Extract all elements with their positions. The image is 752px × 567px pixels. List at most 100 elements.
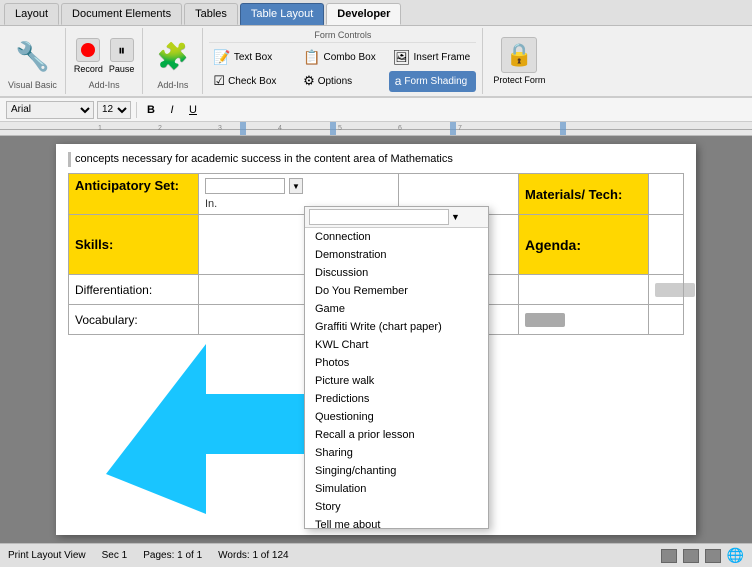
toolbar-vba-label: Visual Basic [8,80,57,90]
dropdown-item[interactable]: Questioning [305,408,488,426]
underline-button[interactable]: U [184,101,202,119]
dropdown-item[interactable]: Singing/chanting [305,462,488,480]
dropdown-item[interactable]: Demonstration [305,246,488,264]
form-shading-button[interactable]: a Form Shading [389,71,477,93]
protect-form-button[interactable]: 🔒 Protect Form [493,37,545,85]
earth-icon[interactable]: 🌐 [727,547,744,564]
toolbar-group-protect: 🔒 Protect Form [483,28,555,94]
dropdown-item[interactable]: Connection [305,228,488,246]
pages-label: Pages: 1 of 1 [143,550,202,561]
italic-button[interactable]: I [163,101,181,119]
words-label: Words: 1 of 124 [218,550,288,561]
visual-basic-icon[interactable]: 🔧 [15,40,50,73]
text-box-icon: 📝 [213,49,230,66]
options-icon: ⚙ [303,73,315,89]
tab-layout[interactable]: Layout [4,3,59,25]
toolbar-addins-label: Add-Ins [89,80,120,90]
document-page: concepts necessary for academic success … [56,144,696,535]
ribbon-tabs: Layout Document Elements Tables Table La… [0,0,752,26]
dropdown-item[interactable]: Discussion [305,264,488,282]
tab-tables[interactable]: Tables [184,3,238,25]
tab-document-elements[interactable]: Document Elements [61,3,182,25]
differentiation-cell: Differentiation: [69,275,199,305]
dropdown-item[interactable]: Graffiti Write (chart paper) [305,318,488,336]
diff-content-3[interactable] [519,275,649,305]
ruler: 1 2 3 4 5 6 7 [0,122,752,136]
dropdown-header-arrow: ▼ [451,212,460,222]
combo-box-label: Combo Box [324,52,376,63]
materials-tech-cell: Materials/ Tech: [519,174,649,215]
vocab-content-3[interactable] [519,305,649,335]
materials-content-cell [649,174,684,215]
anticipatory-set-cell: Anticipatory Set: [69,174,199,215]
dropdown-item[interactable]: Simulation [305,480,488,498]
dropdown-menu-header[interactable]: ▼ [305,207,488,228]
vocab-content-4[interactable] [649,305,684,335]
addins-icon[interactable]: 🧩 [157,41,189,72]
dropdown-item[interactable]: Game [305,300,488,318]
options-label: Options [318,76,352,87]
vocabulary-cell: Vocabulary: [69,305,199,335]
dropdown-item[interactable]: Story [305,498,488,516]
font-toolbar: Arial 12 B I U [0,98,752,122]
dropdown-input[interactable] [205,178,285,194]
text-box-button[interactable]: 📝 Text Box [209,46,297,69]
toolbar-form-controls: Form Controls 📝 Text Box 📋 Combo Box 🖼 I… [203,28,483,94]
tab-table-layout[interactable]: Table Layout [240,3,324,25]
insert-frame-button[interactable]: 🖼 Insert Frame [389,46,477,69]
dropdown-item[interactable]: Do You Remember [305,282,488,300]
dropdown-arrow-btn[interactable]: ▼ [289,178,303,194]
protect-form-label: Protect Form [493,75,545,85]
font-size-select[interactable]: 12 [97,101,131,119]
check-box-label: Check Box [228,76,276,87]
toolbar-group-addins: 🧩 Add-Ins [143,28,203,94]
diff-content-4[interactable] [649,275,684,305]
main-toolbar: 🔧 Visual Basic Record ⏸ Pause Add-Ins 🧩 … [0,26,752,98]
record-button[interactable]: Record [74,38,103,74]
form-controls-label: Form Controls [209,30,476,43]
check-box-button[interactable]: ☑ Check Box [209,71,297,93]
pause-label: Pause [109,64,135,74]
cyan-arrow-overlay [106,344,326,517]
combo-box-button[interactable]: 📋 Combo Box [299,46,387,69]
dropdown-item[interactable]: Picture walk [305,372,488,390]
tab-developer[interactable]: Developer [326,3,401,25]
text-box-label: Text Box [234,52,272,63]
check-box-icon: ☑ [213,73,225,89]
dropdown-item[interactable]: Predictions [305,390,488,408]
record-icon [76,38,100,62]
pause-button[interactable]: ⏸ Pause [109,38,135,74]
view-layout-btn[interactable] [705,549,721,563]
bold-button[interactable]: B [142,101,160,119]
toolbar-addins2-label: Add-Ins [157,80,188,90]
status-bar: Print Layout View Sec 1 Pages: 1 of 1 Wo… [0,543,752,567]
section-label: Sec 1 [102,550,128,561]
form-shading-label: Form Shading [404,76,467,87]
view-label: Print Layout View [8,550,86,561]
skills-cell: Skills: [69,215,199,275]
dropdown-item[interactable]: Tell me about [305,516,488,528]
options-button[interactable]: ⚙ Options [299,71,387,93]
pause-icon: ⏸ [110,38,134,62]
document-area: concepts necessary for academic success … [0,136,752,543]
dropdown-item[interactable]: Sharing [305,444,488,462]
dropdown-search[interactable] [309,209,449,225]
font-name-select[interactable]: Arial [6,101,94,119]
dropdown-item[interactable]: Recall a prior lesson [305,426,488,444]
dropdown-item[interactable]: KWL Chart [305,336,488,354]
form-shading-icon: a [395,74,402,88]
view-outline-btn[interactable] [683,549,699,563]
dropdown-menu: ▼ ConnectionDemonstrationDiscussionDo Yo… [304,206,489,529]
toolbar-group-vba: 🔧 Visual Basic [0,28,66,94]
intro-text: concepts necessary for academic success … [68,152,684,167]
combo-box-icon: 📋 [303,49,320,66]
agenda-content[interactable] [649,215,684,275]
dropdown-item[interactable]: Photos [305,354,488,372]
insert-frame-icon: 🖼 [393,49,411,66]
record-label: Record [74,64,103,74]
dropdown-list: ConnectionDemonstrationDiscussionDo You … [305,228,488,528]
insert-frame-label: Insert Frame [414,52,471,63]
agenda-cell: Agenda: [519,215,649,275]
view-normal-btn[interactable] [661,549,677,563]
protect-form-icon: 🔒 [501,37,537,73]
